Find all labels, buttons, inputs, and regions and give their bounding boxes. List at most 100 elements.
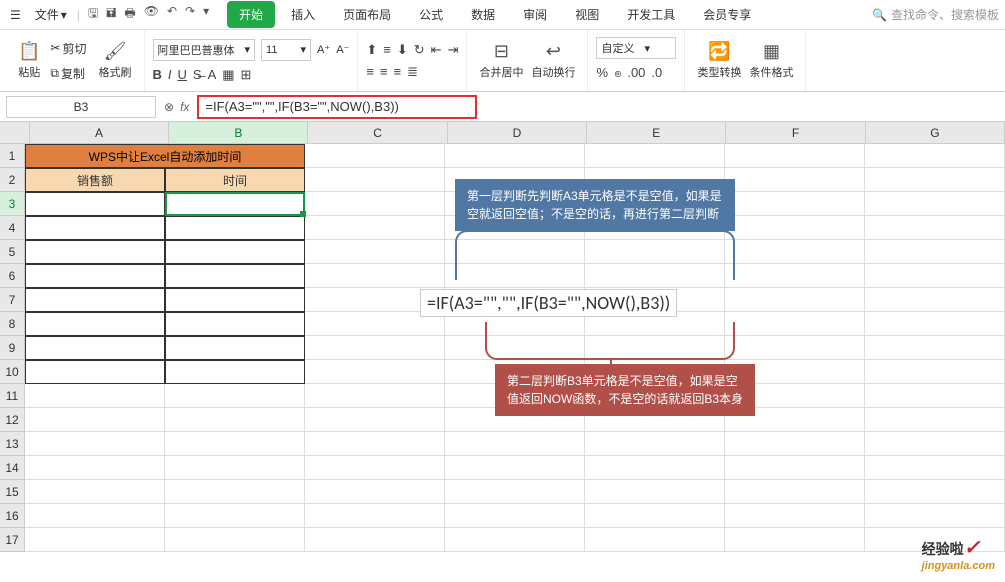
col-header-B[interactable]: B	[169, 122, 308, 143]
cell-B9[interactable]	[165, 336, 305, 360]
row-header-8[interactable]: 8	[0, 312, 25, 336]
row-header-11[interactable]: 11	[0, 384, 25, 408]
tab-review[interactable]: 审阅	[511, 1, 559, 28]
file-menu[interactable]: 文件 ▾	[27, 2, 75, 27]
cell-B4[interactable]	[165, 216, 305, 240]
cell-A4[interactable]	[25, 216, 165, 240]
row-header-10[interactable]: 10	[0, 360, 25, 384]
align-right-icon[interactable]: ≡	[394, 64, 402, 80]
format-painter-button[interactable]: 🖌 格式刷	[95, 39, 136, 82]
hamburger-icon[interactable]: ☰	[6, 6, 25, 24]
align-top-icon[interactable]: ⬆	[366, 42, 377, 58]
decrease-decimal-icon[interactable]: .0	[651, 65, 662, 84]
align-middle-icon[interactable]: ≡	[383, 42, 391, 58]
copy-button[interactable]: ⧉复制	[48, 63, 88, 84]
col-header-G[interactable]: G	[866, 122, 1005, 143]
cell-G2[interactable]	[865, 168, 1005, 192]
col-header-C[interactable]: C	[308, 122, 447, 143]
select-all-corner[interactable]	[0, 122, 30, 143]
save-as-icon[interactable]: 🖬	[106, 4, 116, 25]
wrap-button[interactable]: ↩自动换行	[527, 39, 579, 82]
align-bottom-icon[interactable]: ⬇	[397, 42, 408, 58]
percent-icon[interactable]: %	[596, 65, 608, 84]
redo-icon[interactable]: ↷	[185, 4, 195, 25]
orientation-icon[interactable]: ↻	[414, 42, 425, 58]
row-header-6[interactable]: 6	[0, 264, 25, 288]
tab-data[interactable]: 数据	[459, 1, 507, 28]
col-header-E[interactable]: E	[587, 122, 726, 143]
tab-start[interactable]: 开始	[227, 1, 275, 28]
row-header-4[interactable]: 4	[0, 216, 25, 240]
tab-formula[interactable]: 公式	[407, 1, 455, 28]
cell-A8[interactable]	[25, 312, 165, 336]
italic-button[interactable]: I	[168, 67, 172, 83]
tab-layout[interactable]: 页面布局	[331, 1, 403, 28]
merge-button[interactable]: ⊟合并居中	[475, 39, 527, 82]
row-header-13[interactable]: 13	[0, 432, 25, 456]
undo-icon[interactable]: ↶	[167, 4, 177, 25]
justify-icon[interactable]: ≣	[407, 64, 418, 80]
cell-A10[interactable]	[25, 360, 165, 384]
row-header-5[interactable]: 5	[0, 240, 25, 264]
col-header-F[interactable]: F	[726, 122, 865, 143]
cancel-icon[interactable]: ⊗	[164, 100, 174, 114]
row-header-9[interactable]: 9	[0, 336, 25, 360]
cell-B3[interactable]	[165, 192, 305, 216]
row-header-14[interactable]: 14	[0, 456, 25, 480]
row-header-2[interactable]: 2	[0, 168, 25, 192]
row-header-7[interactable]: 7	[0, 288, 25, 312]
row-header-3[interactable]: 3	[0, 192, 25, 216]
cell-A7[interactable]	[25, 288, 165, 312]
font-select[interactable]: 阿里巴巴普惠体▾	[153, 39, 256, 61]
font-color-button[interactable]: A	[208, 67, 217, 83]
border-button[interactable]: ⊞	[241, 67, 252, 83]
formula-input[interactable]: =IF(A3="","",IF(B3="",NOW(),B3))	[197, 95, 477, 119]
cell-B5[interactable]	[165, 240, 305, 264]
preview-icon[interactable]: 👁	[144, 4, 159, 25]
cell-A2[interactable]: 销售额	[25, 168, 165, 192]
bold-button[interactable]: B	[153, 67, 162, 83]
number-format-select[interactable]: 自定义▾	[596, 37, 676, 59]
col-header-A[interactable]: A	[30, 122, 169, 143]
cut-button[interactable]: ✂剪切	[48, 38, 88, 59]
row-header-12[interactable]: 12	[0, 408, 25, 432]
cell-C1[interactable]	[305, 144, 445, 168]
align-center-icon[interactable]: ≡	[380, 64, 388, 80]
cell-F1[interactable]	[725, 144, 865, 168]
cell-A6[interactable]	[25, 264, 165, 288]
row-header-17[interactable]: 17	[0, 528, 25, 552]
fx-icon[interactable]: fx	[180, 100, 189, 114]
tab-insert[interactable]: 插入	[279, 1, 327, 28]
print-icon[interactable]: 🖶	[124, 4, 135, 25]
indent-left-icon[interactable]: ⇤	[431, 42, 442, 58]
decrease-font-icon[interactable]: A⁻	[336, 43, 349, 56]
row-header-16[interactable]: 16	[0, 504, 25, 528]
paste-button[interactable]: 📋 粘贴	[14, 39, 44, 82]
tab-dev[interactable]: 开发工具	[615, 1, 687, 28]
align-left-icon[interactable]: ≡	[366, 64, 374, 80]
increase-decimal-icon[interactable]: .00	[627, 65, 645, 84]
cell-F2[interactable]	[725, 168, 865, 192]
font-size-select[interactable]: 11▾	[261, 39, 311, 61]
cell-B7[interactable]	[165, 288, 305, 312]
cell-C2[interactable]	[305, 168, 445, 192]
search-box[interactable]: 🔍 查找命令、搜索模板	[872, 6, 999, 23]
fill-color-button[interactable]: ▦	[222, 67, 234, 83]
strike-button[interactable]: S̶	[193, 67, 202, 83]
qat-dropdown-icon[interactable]: ▾	[203, 4, 209, 25]
cell-A9[interactable]	[25, 336, 165, 360]
cell-B10[interactable]	[165, 360, 305, 384]
cell-A1-B1[interactable]: WPS中让Excel自动添加时间	[25, 144, 305, 168]
comma-icon[interactable]: ၜ	[614, 65, 621, 84]
cell-E1[interactable]	[585, 144, 725, 168]
tab-vip[interactable]: 会员专享	[691, 1, 763, 28]
row-header-1[interactable]: 1	[0, 144, 25, 168]
cell-B2[interactable]: 时间	[165, 168, 305, 192]
cond-format-button[interactable]: ▦条件格式	[745, 39, 797, 82]
cell-D1[interactable]	[445, 144, 585, 168]
cell-B6[interactable]	[165, 264, 305, 288]
indent-right-icon[interactable]: ⇥	[448, 42, 459, 58]
type-convert-button[interactable]: 🔁类型转换	[693, 39, 745, 82]
cell-B8[interactable]	[165, 312, 305, 336]
col-header-D[interactable]: D	[448, 122, 587, 143]
